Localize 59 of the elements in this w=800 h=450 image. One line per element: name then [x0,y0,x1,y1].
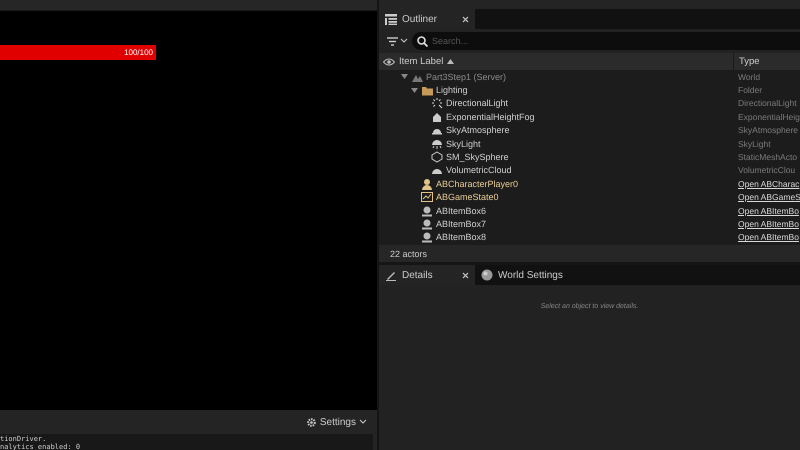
cube-icon [431,151,443,164]
open-blueprint-link[interactable]: Open ABItemBo [738,206,799,216]
chevron-down-icon [400,38,408,44]
tree-item[interactable]: ABItemBox8 [436,232,486,242]
pawn-icon [421,204,433,217]
tree-item[interactable]: SkyAtmosphere [446,125,510,136]
open-blueprint-link[interactable]: Open ABCharac [738,178,800,189]
folder-icon [421,84,433,96]
panel-tab[interactable]: World Settings [475,265,569,285]
settings-button[interactable]: Settings [304,416,369,428]
pencil-icon [385,269,397,281]
tree-item[interactable]: ExponentialHeightFog [446,112,535,122]
tree-item[interactable]: SM_SkySphere [446,152,509,162]
type-text: SkyLight [738,138,771,149]
actor-count: 22 actors [379,245,800,262]
search-field[interactable]: Search... [412,32,800,50]
column-header[interactable]: Type [734,53,800,70]
tree-item[interactable]: Part3Step1 (Server) [426,72,506,82]
type-text: ExponentialHeig [738,112,800,122]
health-reading: 100/100 [124,47,153,59]
filter-icon [387,36,398,46]
settings-icon [306,416,317,428]
chevron-down-icon [359,419,367,425]
dome-lamp-icon [431,138,443,150]
type-text: StaticMeshActo [738,152,798,162]
sun-icon [431,97,443,110]
pawn-icon [421,218,433,230]
pawn-icon [421,231,433,244]
expand-arrow-icon[interactable] [401,74,408,80]
close-icon[interactable] [462,16,469,22]
globe-icon [481,269,493,281]
tree-item[interactable]: Lighting [436,85,468,96]
tree-item[interactable]: ABCharacterPlayer0 [436,178,518,189]
expand-arrow-icon[interactable] [411,88,418,93]
type-text: World [738,72,760,82]
filter-button[interactable] [387,36,408,46]
person-icon [421,178,433,190]
close-icon[interactable] [462,272,469,278]
chart-frame-icon [421,191,433,204]
type-text: DirectionalLight [738,98,797,108]
eye-icon [383,58,395,66]
tree-item[interactable]: VolumetricCloud [446,165,512,176]
type-text: Folder [738,85,762,96]
tree-item[interactable]: SkyLight [446,138,481,149]
column-label: Item Label [399,56,444,67]
tree-item[interactable]: ABGameState0 [436,192,499,202]
open-blueprint-link[interactable]: Open ABItemBo [738,232,799,242]
sort-up-icon [447,59,454,64]
type-text: SkyAtmosphere [738,125,798,136]
tree-item[interactable]: ABItemBox7 [436,218,486,229]
tree-item[interactable]: ABItemBox6 [436,206,486,216]
panel-tab[interactable]: Details [379,265,475,285]
list-icon [385,14,397,24]
tree-item[interactable]: DirectionalLight [446,98,508,108]
search-icon [417,36,428,47]
outliner-tab[interactable]: Outliner [379,9,475,29]
type-text: VolumetricClou [738,165,796,176]
open-blueprint-link[interactable]: Open ABItemBo [738,218,799,229]
house-icon [431,110,443,123]
